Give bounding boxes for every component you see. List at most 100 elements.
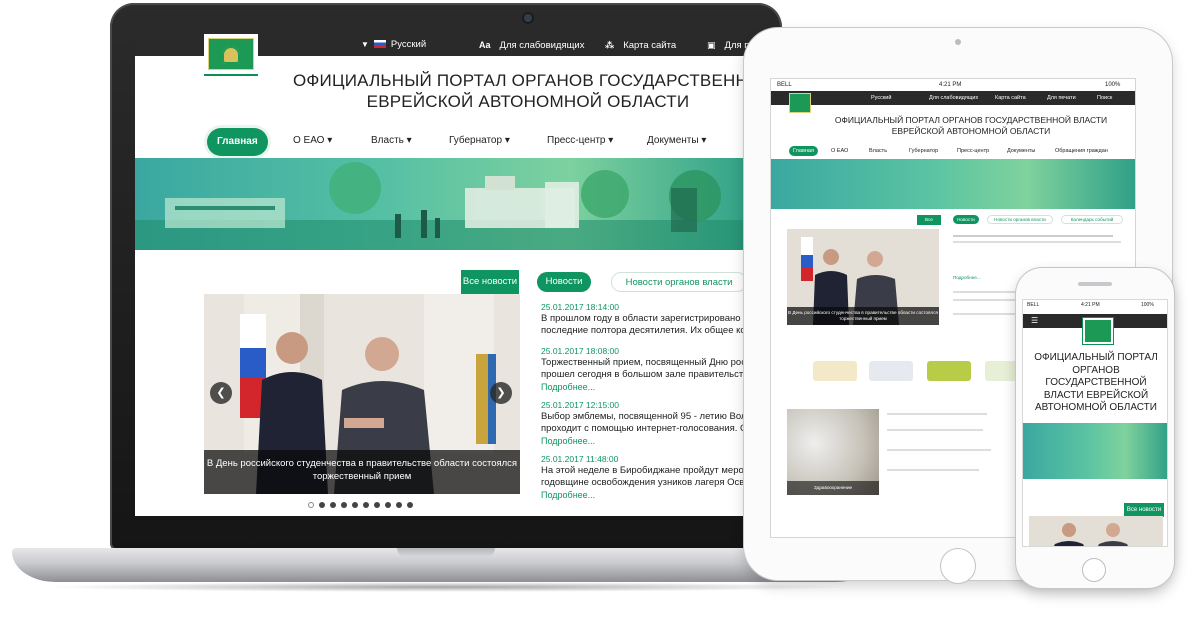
slider-next-button[interactable]: ❯: [490, 382, 512, 404]
tablet-accessibility[interactable]: Для слабовидящих: [929, 91, 978, 105]
nav-item-governor[interactable]: Губернатор ▾: [449, 124, 510, 158]
all-news-button[interactable]: Все новости: [461, 270, 519, 294]
tablet-nav-documents[interactable]: Документы: [1007, 143, 1035, 159]
partner-banner[interactable]: [927, 361, 971, 381]
menu-icon[interactable]: ☰: [1031, 316, 1038, 325]
tablet-nav-press[interactable]: Пресс-центр: [957, 143, 989, 159]
phone-battery: 100%: [1141, 302, 1154, 308]
tablet-carrier: BELL: [777, 82, 792, 88]
tablet-tab-news[interactable]: Новости: [953, 215, 979, 224]
tablet-logo[interactable]: [789, 93, 811, 113]
chevron-right-icon: ❯: [496, 387, 506, 399]
tablet-home-button[interactable]: [940, 548, 976, 584]
slider-dot[interactable]: [330, 502, 336, 508]
tab-authorities-news[interactable]: Новости органов власти: [611, 272, 747, 292]
phone-screen: BELL 4:21 PM 100% ☰ ОФИЦИАЛЬНЫЙ ПОРТАЛ О…: [1022, 299, 1168, 547]
news-text-line: последние полтора десятилетия. Их общее …: [541, 325, 757, 336]
phone-news-photo: [1029, 516, 1163, 546]
slider-dot[interactable]: [363, 502, 369, 508]
nav-item-documents-label: Документы: [647, 135, 699, 146]
nav-item-home[interactable]: Главная: [207, 128, 268, 156]
news-text-line: проходит с помощью интернет-голосования.…: [541, 423, 757, 434]
tablet-title-line2: ЕВРЕЙСКОЙ АВТОНОМНОЙ ОБЛАСТИ: [891, 126, 1051, 136]
font-size-icon: Aa: [479, 40, 491, 50]
nav-item-documents[interactable]: Документы ▾: [647, 124, 706, 158]
phone-time: 4:21 PM: [1081, 302, 1100, 308]
tablet-banner: [771, 159, 1135, 209]
slider-dot[interactable]: [352, 502, 358, 508]
laptop-screen: ▼ Русский Aa Для слабовидящих ⁂ Карта сайта…: [135, 34, 757, 516]
tablet-health-news: [887, 409, 997, 495]
tablet-language[interactable]: Русский: [871, 91, 891, 105]
chevron-down-icon: ▾: [406, 135, 412, 146]
tablet-search[interactable]: Поиск: [1097, 91, 1112, 105]
news-item[interactable]: 25.01.2017 18:08:00 Торжественный прием,…: [541, 346, 757, 393]
tablet-nav-power[interactable]: Власть: [869, 143, 887, 159]
news-date: 25.01.2017 12:15:00: [541, 400, 619, 410]
nav-item-press[interactable]: Пресс-центр ▾: [547, 124, 613, 158]
tablet-status-bar: BELL 4:21 PM 100%: [771, 79, 1135, 91]
news-text-line: На этой неделе в Биробиджане пройдут мер…: [541, 465, 757, 476]
read-more-link[interactable]: Подробнее...: [541, 381, 757, 393]
nav-item-about[interactable]: О ЕАО ▾: [293, 124, 332, 158]
partner-banner[interactable]: [869, 361, 913, 381]
nav-item-governor-label: Губернатор: [449, 135, 503, 146]
read-more-link[interactable]: Подробнее...: [541, 435, 757, 447]
news-text-line: Выбор эмблемы, посвященной 95 - летию Во…: [541, 411, 757, 422]
phone-logo[interactable]: [1082, 317, 1114, 345]
city-banner-illustration: [135, 162, 757, 250]
news-item[interactable]: 25.01.2017 18:14:00 В прошлом году в обл…: [541, 302, 757, 337]
tablet-print[interactable]: Для печати: [1047, 91, 1076, 105]
phone-all-news[interactable]: Все новости: [1124, 503, 1164, 517]
slider-prev-button[interactable]: ❮: [210, 382, 232, 404]
sitemap-icon: ⁂: [605, 40, 615, 50]
tablet-tab-calendar[interactable]: Календарь событий: [1061, 215, 1123, 224]
tablet-nav-appeals[interactable]: Обращения граждан: [1055, 143, 1108, 159]
site-logo[interactable]: [204, 34, 258, 76]
language-selector[interactable]: ▼ Русский: [361, 34, 426, 56]
laptop-notch: [397, 548, 495, 557]
sitemap-link[interactable]: ⁂ Карта сайта: [605, 34, 676, 56]
phone-home-button[interactable]: [1082, 558, 1106, 582]
slider-dot[interactable]: [341, 502, 347, 508]
nav-item-power[interactable]: Власть ▾: [371, 124, 412, 158]
slider-dot[interactable]: [385, 502, 391, 508]
partner-banner[interactable]: [813, 361, 857, 381]
tablet-nav-home[interactable]: Главная: [789, 146, 818, 156]
tablet-nav-about[interactable]: О ЕАО: [831, 143, 848, 159]
chevron-down-icon: ▼: [361, 40, 369, 49]
tablet-nav-governor[interactable]: Губернатор: [909, 143, 938, 159]
phone-news-photo-illustration: [1054, 523, 1128, 546]
accessibility-link[interactable]: Aa Для слабовидящих: [479, 34, 585, 56]
tablet-time: 4:21 PM: [939, 82, 962, 88]
news-text-line: В прошлом году в области зарегистрирован…: [541, 313, 757, 324]
tablet-portal-title: ОФИЦИАЛЬНЫЙ ПОРТАЛ ОРГАНОВ ГОСУДАРСТВЕНН…: [811, 115, 1131, 137]
tab-news[interactable]: Новости: [537, 272, 591, 292]
tablet-read-more[interactable]: Подробнее...: [953, 275, 981, 281]
chevron-down-icon: ▾: [327, 135, 333, 146]
slider-dot[interactable]: [407, 502, 413, 508]
russia-flag-icon: [373, 40, 386, 48]
language-label: Русский: [390, 39, 427, 50]
slider-dot[interactable]: [396, 502, 402, 508]
news-text-line: годовщине освобождения узников лагеря Ос…: [541, 477, 757, 488]
slider-dot[interactable]: [374, 502, 380, 508]
news-date: 25.01.2017 11:48:00: [541, 454, 619, 464]
portal-title-line2: ЕВРЕЙСКОЙ АВТОНОМНОЙ ОБЛАСТИ: [366, 92, 690, 111]
news-item[interactable]: 25.01.2017 12:15:00 Выбор эмблемы, посвя…: [541, 400, 757, 447]
news-item[interactable]: 25.01.2017 11:48:00 На этой неделе в Бир…: [541, 454, 757, 501]
tablet-tab-authorities[interactable]: Новости органов власти: [987, 215, 1053, 224]
chevron-down-icon: ▾: [504, 135, 510, 146]
print-link[interactable]: ▣ Для п: [707, 34, 749, 56]
tiger-emblem-icon: [222, 46, 240, 64]
tablet-health-photo: Здравоохранение: [787, 409, 879, 495]
city-banner: [135, 158, 757, 250]
portal-title-line1: ОФИЦИАЛЬНЫЙ ПОРТАЛ ОРГАНОВ ГОСУДАРСТВЕНН…: [293, 71, 757, 90]
slider-caption: В День российского студенчества в правит…: [204, 450, 520, 494]
tablet-sitemap[interactable]: Карта сайта: [995, 91, 1026, 105]
phone-carrier: BELL: [1027, 302, 1040, 308]
tablet-all-news[interactable]: Все новости: [917, 215, 941, 232]
slider-dot[interactable]: [308, 502, 314, 508]
read-more-link[interactable]: Подробнее...: [541, 489, 757, 501]
slider-dot[interactable]: [319, 502, 325, 508]
